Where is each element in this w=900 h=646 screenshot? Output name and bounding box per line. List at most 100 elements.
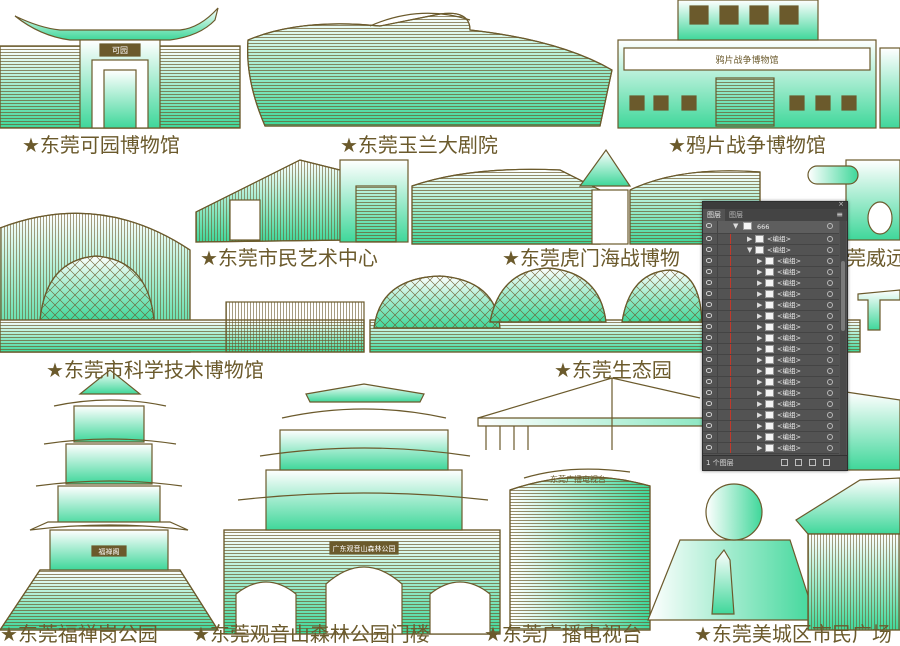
target-circle-icon[interactable]	[827, 346, 833, 352]
expand-arrow-icon[interactable]: ▶	[757, 257, 762, 265]
visibility-eye-icon[interactable]	[706, 247, 712, 252]
target-circle-icon[interactable]	[827, 434, 833, 440]
target-circle-icon[interactable]	[827, 223, 833, 229]
panel-titlebar[interactable]: ×	[703, 200, 847, 209]
visibility-eye-icon[interactable]	[706, 280, 712, 285]
delete-icon[interactable]	[823, 459, 830, 466]
expand-arrow-icon[interactable]: ▶	[757, 301, 762, 309]
scrollbar-thumb[interactable]	[841, 261, 845, 331]
visibility-eye-icon[interactable]	[706, 390, 712, 395]
close-icon[interactable]: ×	[838, 200, 844, 208]
layer-row[interactable]: ▼ <编组>	[703, 245, 839, 256]
expand-arrow-icon[interactable]: ▶	[757, 389, 762, 397]
layer-name[interactable]: 666	[757, 221, 769, 233]
layer-row[interactable]: ▶ <编组>	[703, 234, 839, 245]
layer-name[interactable]: <编组>	[777, 399, 801, 409]
target-circle-icon[interactable]	[827, 247, 833, 253]
panel-scrollbar[interactable]	[840, 221, 846, 455]
layer-row[interactable]: ▶ <编组>	[703, 388, 839, 399]
layer-name[interactable]: <编组>	[777, 388, 801, 398]
target-circle-icon[interactable]	[827, 313, 833, 319]
visibility-eye-icon[interactable]	[706, 368, 712, 373]
new-sublayer-icon[interactable]	[795, 459, 802, 466]
visibility-eye-icon[interactable]	[706, 236, 712, 241]
target-circle-icon[interactable]	[827, 357, 833, 363]
layer-name[interactable]: <编组>	[777, 311, 801, 321]
visibility-eye-icon[interactable]	[706, 423, 712, 428]
expand-arrow-icon[interactable]: ▶	[757, 334, 762, 342]
expand-arrow-icon[interactable]: ▶	[757, 356, 762, 364]
layers-panel[interactable]: × 图层 图层 ≡ ▼ 666 ▶ <编组> ▼ <编组> ▶ <编组> ▶ <编组> ▶ <编组…	[702, 200, 848, 471]
layer-name[interactable]: <编组>	[777, 256, 801, 266]
expand-arrow-icon[interactable]: ▶	[757, 345, 762, 353]
visibility-eye-icon[interactable]	[706, 434, 712, 439]
layer-name[interactable]: <编组>	[777, 333, 801, 343]
visibility-eye-icon[interactable]	[706, 401, 712, 406]
layer-row[interactable]: ▶ <编组>	[703, 344, 839, 355]
expand-arrow-icon[interactable]: ▶	[757, 411, 762, 419]
layer-name[interactable]: <编组>	[777, 432, 801, 442]
layer-row[interactable]: ▶ <编组>	[703, 289, 839, 300]
make-clip-mask-icon[interactable]	[781, 459, 788, 466]
layer-row[interactable]: ▶ <编组>	[703, 355, 839, 366]
target-circle-icon[interactable]	[827, 401, 833, 407]
layer-name[interactable]: <编组>	[777, 421, 801, 431]
expand-arrow-icon[interactable]: ▶	[757, 433, 762, 441]
layer-name[interactable]: <编组>	[777, 289, 801, 299]
layer-row[interactable]: ▶ <编组>	[703, 443, 839, 454]
target-circle-icon[interactable]	[827, 258, 833, 264]
expand-arrow-icon[interactable]: ▶	[757, 323, 762, 331]
expand-arrow-icon[interactable]: ▶	[757, 400, 762, 408]
visibility-eye-icon[interactable]	[706, 258, 712, 263]
expand-arrow-icon[interactable]: ▶	[747, 235, 752, 243]
layer-row[interactable]: ▶ <编组>	[703, 366, 839, 377]
layer-row[interactable]: ▶ <编组>	[703, 256, 839, 267]
expand-arrow-icon[interactable]: ▶	[757, 268, 762, 276]
expand-arrow-icon[interactable]: ▶	[757, 279, 762, 287]
layer-list[interactable]: ▼ 666 ▶ <编组> ▼ <编组> ▶ <编组> ▶ <编组> ▶ <编组> ▶ <编组> ▶ <编组…	[703, 221, 839, 455]
visibility-eye-icon[interactable]	[706, 379, 712, 384]
target-circle-icon[interactable]	[827, 445, 833, 451]
layer-name[interactable]: <编组>	[777, 443, 801, 453]
layer-name[interactable]: <编组>	[777, 366, 801, 376]
target-circle-icon[interactable]	[827, 390, 833, 396]
tab-layers-2[interactable]: 图层	[725, 209, 747, 221]
layer-name[interactable]: <编组>	[777, 267, 801, 277]
layer-row[interactable]: ▶ <编组>	[703, 421, 839, 432]
new-layer-icon[interactable]	[809, 459, 816, 466]
layer-row[interactable]: ▶ <编组>	[703, 333, 839, 344]
layer-name[interactable]: <编组>	[777, 355, 801, 365]
visibility-eye-icon[interactable]	[706, 302, 712, 307]
layer-row[interactable]: ▶ <编组>	[703, 410, 839, 421]
visibility-eye-icon[interactable]	[706, 313, 712, 318]
target-circle-icon[interactable]	[827, 236, 833, 242]
expand-arrow-icon[interactable]: ▶	[757, 290, 762, 298]
visibility-eye-icon[interactable]	[706, 223, 712, 228]
layer-row[interactable]: ▶ <编组>	[703, 399, 839, 410]
layer-row[interactable]: ▶ <编组>	[703, 322, 839, 333]
visibility-eye-icon[interactable]	[706, 291, 712, 296]
target-circle-icon[interactable]	[827, 335, 833, 341]
layer-row[interactable]: ▶ <编组>	[703, 300, 839, 311]
visibility-eye-icon[interactable]	[706, 269, 712, 274]
visibility-eye-icon[interactable]	[706, 324, 712, 329]
expand-arrow-icon[interactable]: ▼	[733, 222, 738, 230]
layer-row[interactable]: ▶ <编组>	[703, 377, 839, 388]
layer-name[interactable]: <编组>	[777, 300, 801, 310]
target-circle-icon[interactable]	[827, 324, 833, 330]
layer-row[interactable]: ▶ <编组>	[703, 432, 839, 443]
target-circle-icon[interactable]	[827, 412, 833, 418]
target-circle-icon[interactable]	[827, 379, 833, 385]
layer-name[interactable]: <编组>	[767, 234, 791, 244]
visibility-eye-icon[interactable]	[706, 357, 712, 362]
layer-row-top[interactable]: ▼ 666	[703, 221, 839, 234]
layer-row[interactable]: ▶ <编组>	[703, 311, 839, 322]
target-circle-icon[interactable]	[827, 368, 833, 374]
expand-arrow-icon[interactable]: ▶	[757, 444, 762, 452]
layer-name[interactable]: <编组>	[777, 278, 801, 288]
expand-arrow-icon[interactable]: ▶	[757, 378, 762, 386]
layer-row[interactable]: ▶ <编组>	[703, 278, 839, 289]
expand-arrow-icon[interactable]: ▶	[757, 422, 762, 430]
visibility-eye-icon[interactable]	[706, 346, 712, 351]
visibility-eye-icon[interactable]	[706, 412, 712, 417]
